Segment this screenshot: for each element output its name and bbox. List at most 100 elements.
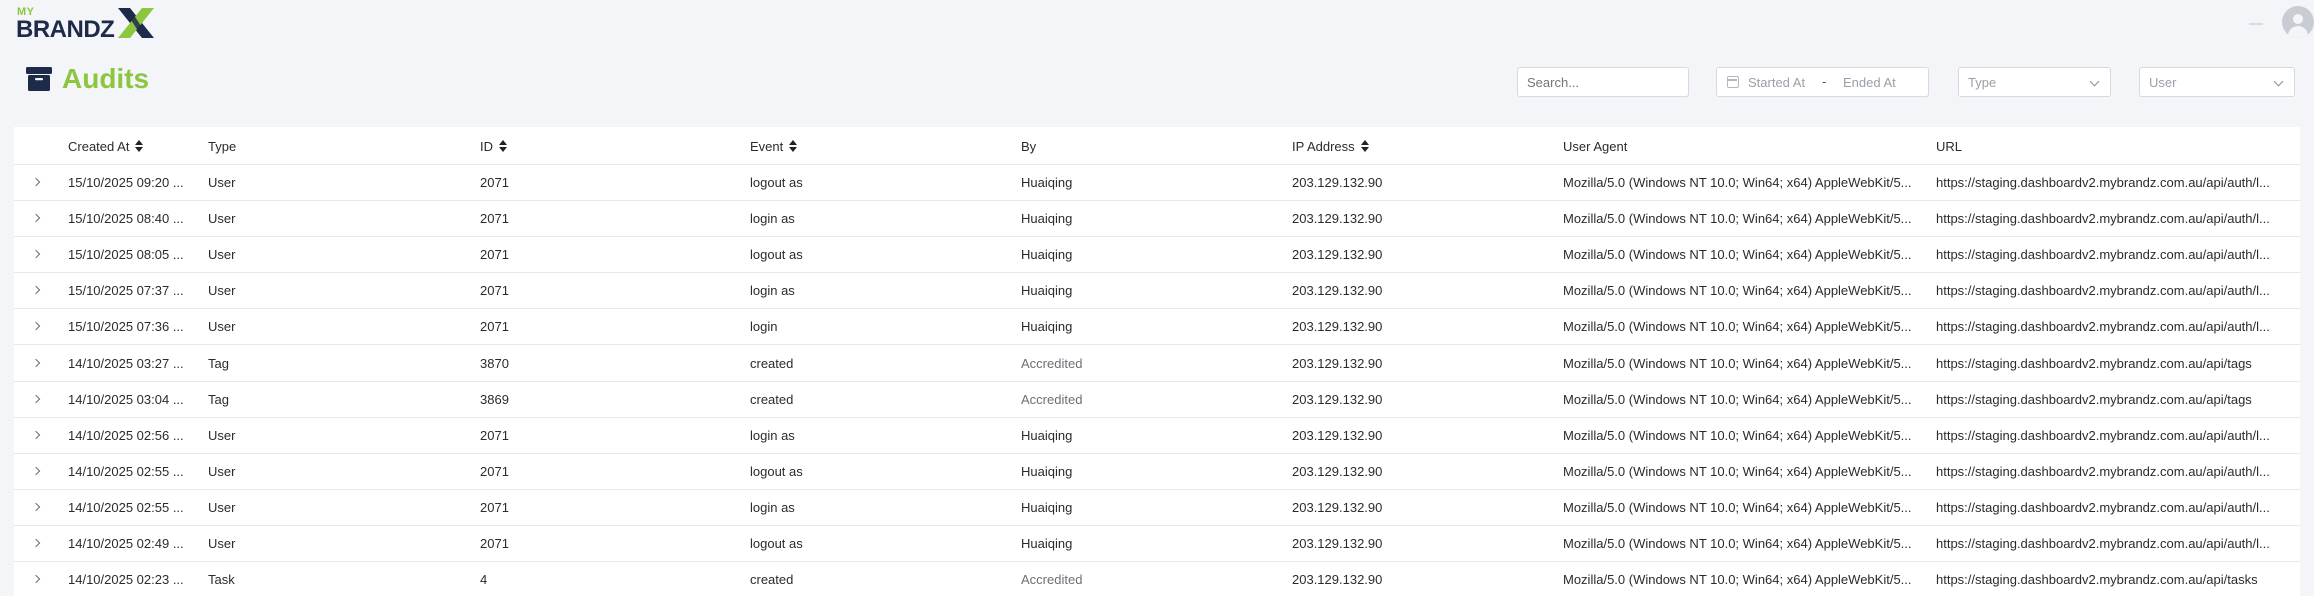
sort-icon[interactable] [135, 140, 144, 152]
chevron-down-icon [2273, 76, 2284, 87]
brand-logo[interactable]: MY BRANDZ [14, 4, 154, 43]
cell-created-at: 14/10/2025 02:49 ... [68, 536, 184, 551]
cell-id: 2071 [480, 283, 509, 299]
cell-type: User [208, 283, 236, 299]
column-header-user-agent: User Agent [1563, 139, 1627, 154]
table-row[interactable]: 14/10/2025 02:49 ... User 2071 logout as Hua… [14, 526, 2300, 562]
cell-created-at: 14/10/2025 03:04 ... [68, 391, 184, 407]
table-row[interactable]: 14/10/2025 02:55 ... User 2071 logout as Hua… [14, 454, 2300, 490]
sort-icon[interactable] [789, 140, 798, 152]
type-select[interactable]: Type [1958, 67, 2111, 97]
expand-row-chevron-icon[interactable] [31, 574, 41, 584]
started-at-field[interactable]: Started At [1748, 75, 1805, 90]
cell-created-at: 15/10/2025 08:05 ... [68, 247, 184, 263]
expand-row-chevron-icon[interactable] [31, 177, 41, 187]
table-row[interactable]: 15/10/2025 08:05 ... User 2071 logout as Hua… [14, 237, 2300, 274]
cell-by: Huaiqing [1021, 283, 1073, 299]
cell-id: 2071 [480, 319, 509, 335]
cell-event: logout as [750, 175, 803, 190]
cell-url: https://staging.dashboardv2.mybrandz.com… [1936, 427, 2270, 443]
ended-at-field[interactable]: Ended At [1843, 75, 1896, 90]
cell-created-at: 15/10/2025 07:36 ... [68, 319, 184, 335]
cell-type: User [208, 247, 236, 263]
search-input[interactable] [1517, 67, 1689, 97]
cell-by: Huaiqing [1021, 499, 1073, 515]
column-header-event[interactable]: Event [750, 139, 798, 154]
expand-row-chevron-icon[interactable] [31, 249, 41, 259]
cell-ip-address: 203.129.132.90 [1292, 283, 1383, 299]
cell-user-agent: Mozilla/5.0 (Windows NT 10.0; Win64; x64… [1563, 427, 1912, 443]
cell-event: logout as [750, 247, 803, 263]
cell-ip-address: 203.129.132.90 [1292, 175, 1383, 190]
user-avatar[interactable] [2282, 6, 2314, 38]
column-header-url: URL [1936, 139, 1962, 154]
cell-by: Huaiqing [1021, 175, 1073, 190]
expand-row-chevron-icon[interactable] [31, 394, 41, 403]
calendar-icon [1727, 76, 1739, 88]
cell-user-agent: Mozilla/5.0 (Windows NT 10.0; Win64; x64… [1563, 175, 1912, 190]
cell-created-at: 14/10/2025 02:23 ... [68, 572, 184, 588]
table-row[interactable]: 15/10/2025 07:37 ... User 2071 login as Huai… [14, 273, 2300, 310]
logo-x-mark [118, 8, 154, 38]
cell-id: 2071 [480, 499, 509, 515]
cell-ip-address: 203.129.132.90 [1292, 319, 1383, 335]
column-header-label: Created At [68, 139, 130, 154]
cell-user-agent: Mozilla/5.0 (Windows NT 10.0; Win64; x64… [1563, 247, 1912, 263]
date-range-separator: - [1822, 74, 1827, 89]
expand-row-chevron-icon[interactable] [31, 322, 41, 331]
cell-type: User [208, 536, 236, 551]
column-header-created-at[interactable]: Created At [68, 139, 144, 154]
user-select[interactable]: User [2139, 67, 2295, 97]
expand-row-chevron-icon[interactable] [31, 466, 41, 476]
sort-icon[interactable] [499, 140, 507, 152]
cell-type: Tag [208, 391, 229, 407]
cell-event: login as [750, 427, 795, 443]
cell-ip-address: 203.129.132.90 [1292, 247, 1383, 263]
top-bar: MY BRANDZ [0, 0, 2314, 48]
cell-url: https://staging.dashboardv2.mybrandz.com… [1936, 463, 2270, 479]
cell-by: Huaiqing [1021, 247, 1073, 263]
cell-created-at: 14/10/2025 02:55 ... [68, 499, 184, 515]
column-header-label: Type [208, 139, 237, 154]
cell-id: 2071 [480, 175, 509, 190]
table-row[interactable]: 14/10/2025 03:04 ... Tag 3869 created Accred… [14, 382, 2300, 418]
cell-url: https://staging.dashboardv2.mybrandz.com… [1936, 355, 2252, 371]
table-row[interactable]: 14/10/2025 02:56 ... User 2071 login as Huai… [14, 418, 2300, 454]
expand-row-chevron-icon[interactable] [31, 358, 41, 367]
cell-by: Huaiqing [1021, 211, 1073, 227]
logo-brand-text: BRANDZ [16, 16, 115, 43]
column-header-label: Event [750, 139, 784, 154]
column-header-ip-address[interactable]: IP Address [1292, 139, 1369, 154]
expand-row-chevron-icon[interactable] [31, 286, 41, 295]
cell-by: Huaiqing [1021, 427, 1073, 443]
date-range-picker[interactable]: Started At - Ended At [1716, 67, 1929, 97]
cell-url: https://staging.dashboardv2.mybrandz.com… [1936, 175, 2270, 190]
cell-by: Accredited [1021, 572, 1083, 588]
column-header-label: URL [1936, 139, 1963, 154]
table-row[interactable]: 14/10/2025 03:27 ... Tag 3870 created Accred… [14, 346, 2300, 382]
table-row[interactable]: 14/10/2025 02:23 ... Task 4 created Accredit… [14, 562, 2300, 596]
table-row[interactable]: 14/10/2025 02:55 ... User 2071 login as Huai… [14, 490, 2300, 526]
cell-type: Task [208, 572, 235, 588]
cell-event: logout as [750, 536, 803, 551]
cell-id: 2071 [480, 247, 509, 263]
table-row[interactable]: 15/10/2025 07:36 ... User 2071 login Huaiqin… [14, 309, 2300, 346]
expand-row-chevron-icon[interactable] [31, 213, 41, 223]
cell-type: User [208, 427, 236, 443]
column-header-by: By [1021, 139, 1036, 154]
expand-row-chevron-icon[interactable] [31, 430, 41, 439]
column-header-id[interactable]: ID [480, 139, 507, 154]
audits-table: Created At Type ID Event By IP Address User Ag… [14, 127, 2300, 596]
cell-by: Accredited [1021, 391, 1083, 407]
cell-event: login [750, 319, 778, 335]
cell-id: 2071 [480, 536, 509, 551]
cell-created-at: 15/10/2025 07:37 ... [68, 283, 184, 299]
expand-row-chevron-icon[interactable] [31, 538, 41, 548]
cell-url: https://staging.dashboardv2.mybrandz.com… [1936, 499, 2270, 515]
expand-row-chevron-icon[interactable] [31, 502, 41, 512]
user-select-placeholder: User [2149, 75, 2177, 90]
table-row[interactable]: 15/10/2025 09:20 ... User 2071 logout as Hua… [14, 165, 2300, 201]
cell-ip-address: 203.129.132.90 [1292, 355, 1383, 371]
table-row[interactable]: 15/10/2025 08:40 ... User 2071 login as Huai… [14, 201, 2300, 238]
sort-icon[interactable] [1360, 140, 1369, 152]
